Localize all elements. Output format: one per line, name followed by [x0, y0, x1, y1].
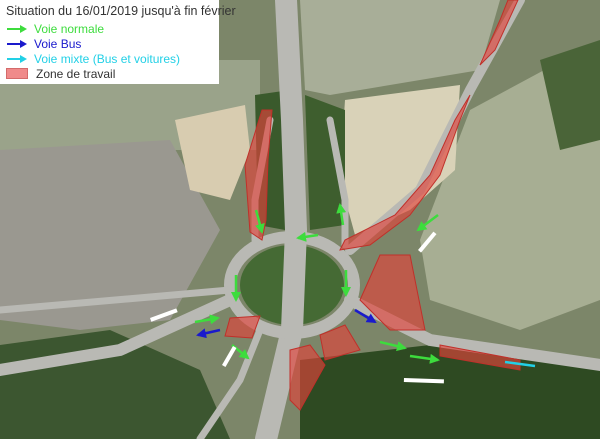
- legend-item: Voie Bus: [6, 36, 219, 51]
- map-legend: Situation du 16/01/2019 jusqu'à fin févr…: [0, 0, 236, 84]
- legend-label: Zone de travail: [36, 66, 116, 81]
- legend-label: Voie normale: [34, 21, 105, 36]
- legend-item: Voie normale: [6, 21, 219, 36]
- legend-title: Situation du 16/01/2019 jusqu'à fin févr…: [6, 4, 236, 18]
- legend-label: Voie mixte (Bus et voitures): [34, 51, 181, 66]
- legend-item: Voie mixte (Bus et voitures): [6, 51, 219, 66]
- legend-swatch: [6, 68, 28, 79]
- legend-arrow-icon: [7, 24, 27, 33]
- legend-item: Zone de travail: [6, 66, 219, 81]
- legend-label: Voie Bus: [34, 36, 82, 51]
- legend-arrow-icon: [7, 54, 27, 63]
- legend-arrow-icon: [7, 39, 27, 48]
